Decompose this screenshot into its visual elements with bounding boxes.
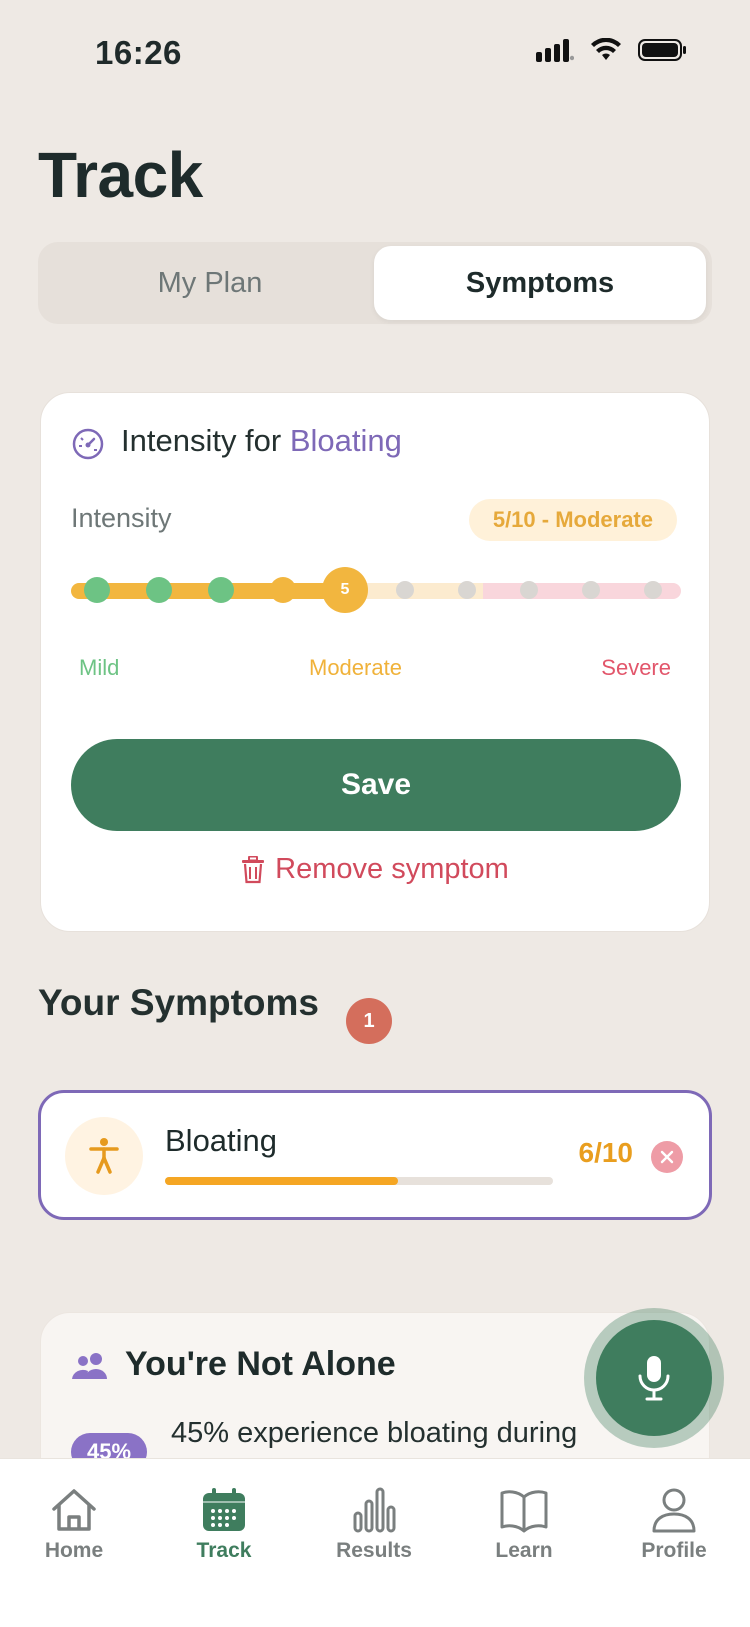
bar-chart-icon — [353, 1487, 396, 1533]
slider-thumb[interactable]: 5 — [322, 567, 368, 613]
wifi-icon — [591, 38, 621, 60]
stat-text: 45% experience bloating during — [171, 1417, 578, 1449]
slider-step-10[interactable] — [644, 581, 662, 599]
save-button[interactable]: Save — [71, 739, 681, 831]
intensity-label: Intensity — [71, 503, 172, 533]
home-icon — [52, 1489, 96, 1531]
nav-profile[interactable]: Profile — [609, 1487, 739, 1563]
bottom-nav: Home Track Results Learn Profile — [0, 1458, 750, 1627]
slider-step-8[interactable] — [520, 581, 538, 599]
symptom-remove-button[interactable] — [651, 1141, 683, 1173]
slider-thumb-value: 5 — [340, 581, 350, 598]
trash-icon — [242, 855, 265, 883]
slider-step-6[interactable] — [396, 581, 414, 599]
person-icon — [89, 1138, 119, 1174]
symptom-severity-fill — [165, 1177, 398, 1185]
voice-input-button[interactable] — [596, 1320, 712, 1436]
intensity-value-badge: 5/10 - Moderate — [468, 499, 677, 541]
intensity-title: Intensity for Bloating — [121, 423, 402, 459]
slider-step-7[interactable] — [458, 581, 476, 599]
intensity-title-prefix: Intensity for — [121, 423, 290, 458]
symptom-severity-bar — [165, 1177, 553, 1185]
status-time: 16:26 — [95, 34, 182, 71]
people-icon — [72, 1353, 107, 1379]
nav-track-label: Track — [196, 1539, 252, 1562]
symptoms-count-badge: 1 — [346, 998, 392, 1044]
nav-results[interactable]: Results — [309, 1487, 439, 1563]
nav-learn-label: Learn — [495, 1539, 553, 1562]
intensity-symptom-name: Bloating — [289, 423, 402, 458]
nav-track[interactable]: Track — [159, 1487, 289, 1563]
scale-label-moderate: Moderate — [309, 655, 402, 680]
intensity-slider[interactable]: 5 — [71, 565, 681, 615]
slider-step-2[interactable] — [146, 577, 172, 603]
book-icon — [500, 1490, 548, 1533]
symptom-card[interactable]: Bloating 6/10 — [38, 1090, 712, 1220]
scale-label-severe: Severe — [601, 655, 671, 680]
symptom-name: Bloating — [165, 1123, 278, 1158]
not-alone-title: You're Not Alone — [125, 1345, 396, 1383]
nav-learn[interactable]: Learn — [459, 1487, 589, 1563]
tab-symptoms[interactable]: Symptoms — [374, 246, 706, 320]
your-symptoms-heading: Your Symptoms — [38, 982, 319, 1023]
battery-icon — [638, 39, 686, 61]
page-title: Track — [38, 139, 203, 211]
slider-step-4[interactable] — [270, 577, 296, 603]
cellular-signal-icon — [536, 39, 574, 62]
remove-symptom-label: Remove symptom — [275, 853, 509, 885]
status-icons — [536, 38, 688, 62]
slider-step-3[interactable] — [208, 577, 234, 603]
slider-step-1[interactable] — [84, 577, 110, 603]
microphone-icon — [638, 1356, 670, 1401]
symptom-icon-wrap — [65, 1117, 143, 1195]
symptom-score: 6/10 — [578, 1137, 634, 1168]
calendar-icon — [203, 1488, 245, 1531]
intensity-card: Intensity for Bloating Intensity 5/10 - … — [40, 392, 710, 932]
remove-symptom-button[interactable]: Remove symptom — [41, 853, 709, 886]
profile-icon — [652, 1488, 696, 1533]
nav-home[interactable]: Home — [9, 1487, 139, 1563]
close-icon — [660, 1150, 674, 1164]
tab-my-plan[interactable]: My Plan — [44, 246, 376, 320]
slider-step-9[interactable] — [582, 581, 600, 599]
nav-home-label: Home — [44, 1539, 104, 1562]
nav-results-label: Results — [336, 1539, 412, 1562]
nav-profile-label: Profile — [641, 1539, 707, 1562]
segmented-control: My Plan Symptoms — [38, 242, 712, 324]
gauge-icon — [72, 428, 104, 460]
scale-label-mild: Mild — [79, 655, 120, 680]
